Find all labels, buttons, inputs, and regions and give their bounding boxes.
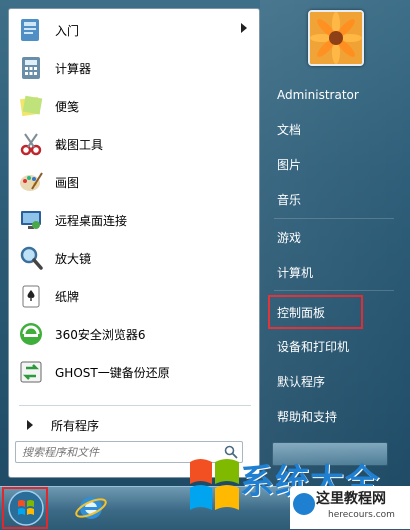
solitaire-icon: [17, 282, 45, 310]
program-item-solitaire[interactable]: 纸牌: [13, 279, 255, 313]
program-label: 计算器: [55, 61, 92, 76]
program-item-getting-started[interactable]: 入门: [13, 13, 255, 47]
ghost-backup-icon: [17, 358, 45, 386]
start-menu: 入门 计算器 便笺 截图工具 画图 远程桌面连接 放大镜 纸牌 360安全浏览器…: [0, 0, 410, 486]
program-item-360-browser[interactable]: 360安全浏览器6: [13, 317, 255, 351]
right-item-label: 帮助和支持: [277, 409, 338, 424]
snipping-tool-icon: [17, 130, 45, 158]
remote-desktop-icon: [17, 206, 45, 234]
submenu-arrow-icon[interactable]: [241, 23, 247, 33]
right-item-label: 默认程序: [277, 374, 326, 389]
right-item-help-support[interactable]: 帮助和支持: [272, 403, 398, 429]
expand-arrow-icon: [27, 420, 33, 430]
program-item-remote-desktop[interactable]: 远程桌面连接: [13, 203, 255, 237]
watermark-site-title: 这里教程网: [316, 491, 386, 507]
right-item-label: 图片: [277, 157, 302, 172]
right-item-label: Administrator: [277, 88, 359, 102]
right-item-devices-printers[interactable]: 设备和打印机: [272, 333, 398, 359]
highlight-box: [268, 295, 363, 329]
program-label: 入门: [55, 23, 80, 38]
right-item-label: 游戏: [277, 230, 302, 245]
program-label: 远程桌面连接: [55, 213, 128, 228]
program-item-snipping-tool[interactable]: 截图工具: [13, 127, 255, 161]
right-item-default-programs[interactable]: 默认程序: [272, 368, 398, 394]
right-item-documents[interactable]: 文档: [272, 116, 398, 142]
right-item-music[interactable]: 音乐: [272, 186, 398, 212]
all-programs-item[interactable]: 所有程序: [13, 411, 255, 439]
program-item-calculator[interactable]: 计算器: [13, 51, 255, 85]
highlight-box: [2, 487, 48, 529]
program-item-magnifier[interactable]: 放大镜: [13, 241, 255, 275]
user-avatar[interactable]: [308, 10, 364, 66]
right-item-label: 计算机: [277, 265, 314, 280]
program-label: 画图: [55, 175, 80, 190]
divider: [274, 290, 394, 291]
program-item-paint[interactable]: 画图: [13, 165, 255, 199]
sticky-notes-icon: [17, 92, 45, 120]
watermark-site-url: herecours.com: [328, 510, 395, 520]
site-logo-icon: [293, 493, 315, 515]
360-browser-icon: [17, 320, 45, 348]
calculator-icon: [17, 54, 45, 82]
right-item-games[interactable]: 游戏: [272, 224, 398, 250]
magnifier-icon: [17, 244, 45, 272]
program-item-ghost-backup[interactable]: GHOST一键备份还原: [13, 355, 255, 389]
program-label: 360安全浏览器6: [55, 327, 146, 342]
right-item-user[interactable]: Administrator: [272, 82, 398, 108]
all-programs-label: 所有程序: [51, 418, 100, 433]
getting-started-icon: [17, 16, 45, 44]
right-item-label: 文档: [277, 122, 302, 137]
right-item-computer[interactable]: 计算机: [272, 259, 398, 285]
right-item-label: 设备和打印机: [277, 339, 350, 354]
watermark-site: 这里教程网 herecours.com: [290, 486, 410, 529]
paint-icon: [17, 168, 45, 196]
program-label: 放大镜: [55, 251, 92, 266]
program-label: 便笺: [55, 99, 80, 114]
programs-panel: 入门 计算器 便笺 截图工具 画图 远程桌面连接 放大镜 纸牌 360安全浏览器…: [8, 8, 260, 478]
program-item-sticky-notes[interactable]: 便笺: [13, 89, 255, 123]
internet-explorer-icon[interactable]: [74, 491, 108, 525]
right-item-pictures[interactable]: 图片: [272, 151, 398, 177]
right-item-label: 音乐: [277, 192, 302, 207]
divider: [19, 405, 251, 406]
program-label: GHOST一键备份还原: [55, 365, 170, 380]
divider: [274, 218, 394, 219]
program-label: 纸牌: [55, 289, 80, 304]
program-label: 截图工具: [55, 137, 104, 152]
